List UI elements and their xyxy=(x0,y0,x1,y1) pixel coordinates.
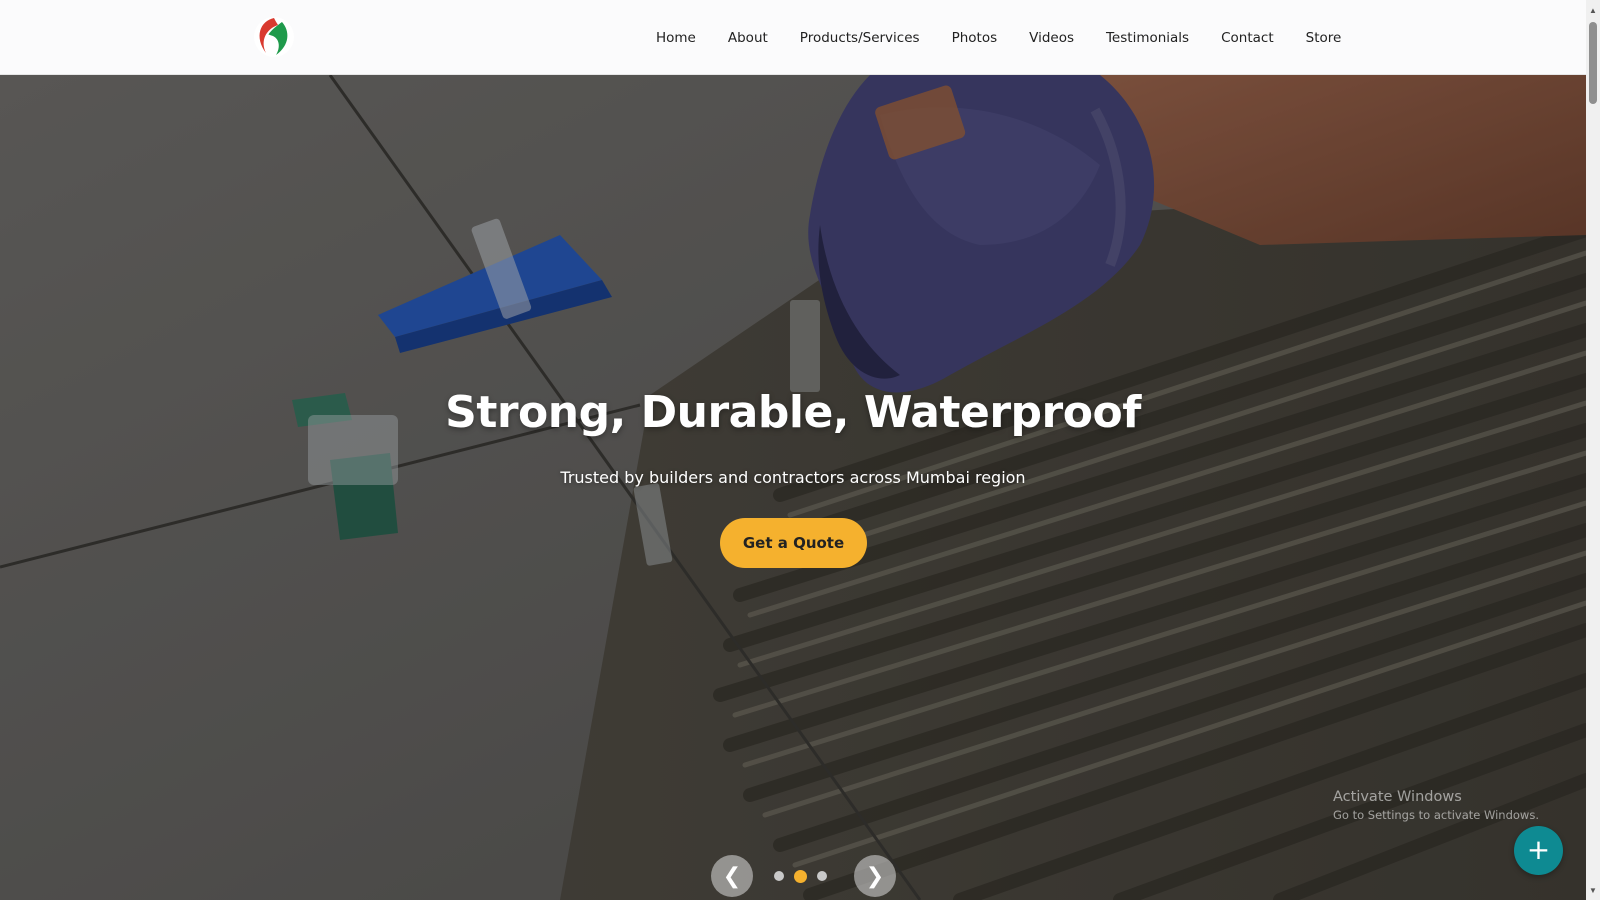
get-a-quote-button[interactable]: Get a Quote xyxy=(720,518,867,568)
hero-subtitle: Trusted by builders and contractors acro… xyxy=(560,468,1026,487)
slider-dot-2[interactable] xyxy=(794,869,807,883)
nav-videos[interactable]: Videos xyxy=(1029,30,1074,46)
chevron-left-icon[interactable]: ❮ xyxy=(711,855,753,897)
nav-testimonials[interactable]: Testimonials xyxy=(1106,30,1189,46)
hero-slider: Strong, Durable, Waterproof Trusted by b… xyxy=(0,75,1586,900)
nav-about[interactable]: About xyxy=(728,30,768,46)
scroll-down-icon[interactable]: ▼ xyxy=(1586,884,1600,898)
watermark-subtitle: Go to Settings to activate Windows. xyxy=(1333,808,1539,822)
watermark-title: Activate Windows xyxy=(1333,789,1462,805)
nav-photos[interactable]: Photos xyxy=(952,30,998,46)
nav-home[interactable]: Home xyxy=(656,30,696,46)
slider-dot-1[interactable] xyxy=(774,871,784,881)
main-nav: Home About Products/Services Photos Vide… xyxy=(640,0,1357,75)
nav-products-services[interactable]: Products/Services xyxy=(800,30,920,46)
page-scrollbar[interactable]: ▲ ▼ xyxy=(1586,0,1600,900)
hero-title: Strong, Durable, Waterproof xyxy=(445,387,1141,438)
logo-icon[interactable] xyxy=(252,15,296,59)
nav-store[interactable]: Store xyxy=(1306,30,1342,46)
nav-contact[interactable]: Contact xyxy=(1221,30,1274,46)
scroll-up-icon[interactable]: ▲ xyxy=(1586,4,1600,18)
windows-activation-watermark: Activate Windows Go to Settings to activ… xyxy=(1333,789,1539,822)
chevron-right-icon[interactable]: ❯ xyxy=(854,855,896,897)
scrollbar-thumb[interactable] xyxy=(1589,22,1597,104)
plus-icon[interactable]: + xyxy=(1514,826,1563,875)
slider-controls: ❮ ❯ xyxy=(711,855,896,897)
slider-dots xyxy=(769,869,832,883)
site-header: Home About Products/Services Photos Vide… xyxy=(0,0,1586,75)
slider-dot-3[interactable] xyxy=(817,871,827,881)
hero-overlay xyxy=(0,75,1586,900)
